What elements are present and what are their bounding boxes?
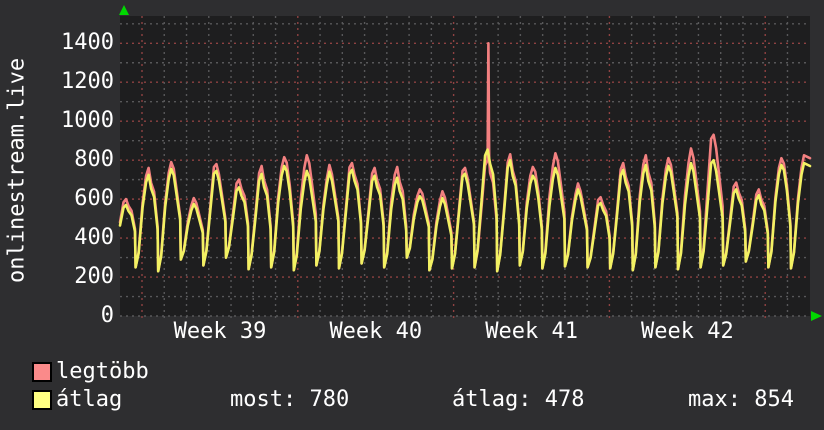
y-tick-label: 600 <box>74 186 114 212</box>
x-tick-label: Week 40 <box>329 319 423 344</box>
y-tick-label: 1400 <box>61 30 114 56</box>
rrd-graph: onlinestream.live 0 200 400 600 800 1000 1200 1… <box>0 0 824 430</box>
y-tick-label: 1200 <box>61 69 114 95</box>
x-tick-label: Week 39 <box>173 319 267 344</box>
stat-most: most: 780 <box>230 387 350 412</box>
legend-label-legtobb: legtöbb <box>56 359 149 384</box>
x-tick-label: Week 41 <box>485 319 578 344</box>
stat-max: max: 854 <box>688 387 794 412</box>
y-tick-label: 1000 <box>61 108 114 134</box>
stat-atlag: átlag: 478 <box>452 387 585 412</box>
legend-label-atlag: átlag <box>56 387 123 412</box>
x-axis-arrow-icon <box>811 311 822 321</box>
legend-swatch-legtobb <box>32 362 52 382</box>
x-tick-label: Week 42 <box>641 319 734 344</box>
y-tick-label: 800 <box>74 147 114 173</box>
y-tick-label: 400 <box>74 225 114 251</box>
y-axis-arrow-icon <box>119 5 129 15</box>
y-tick-label: 0 <box>100 303 114 328</box>
legend-swatch-atlag <box>32 390 52 410</box>
y-tick-label: 200 <box>74 264 114 290</box>
